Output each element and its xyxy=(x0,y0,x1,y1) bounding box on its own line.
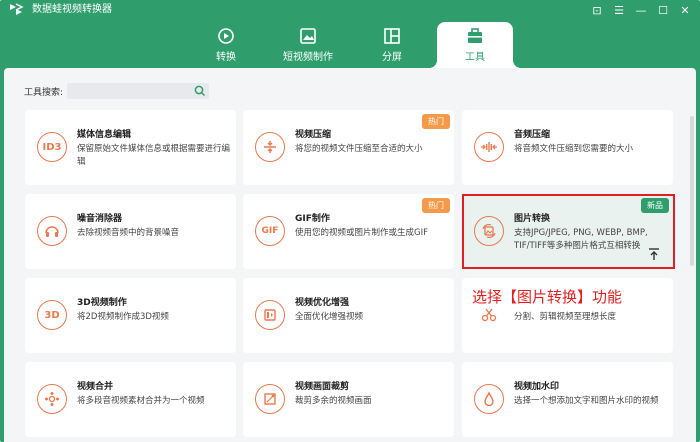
hot-badge: 热门 xyxy=(422,198,450,213)
tool-title: 噪音消除器 xyxy=(77,214,123,224)
tool-desc: 将音频文件压缩到您需要的大小 xyxy=(514,144,634,154)
tab-split-screen[interactable]: 分屏 xyxy=(354,22,430,68)
headphone-icon xyxy=(37,216,67,246)
tool-title: 视频画面裁剪 xyxy=(295,382,350,392)
main-tabs: 转换 短视频制作 分屏 工具 xyxy=(0,20,700,68)
tool-title: 媒体信息编辑 xyxy=(77,130,132,140)
tool-card-video-enhance[interactable]: 视频优化增强 全面优化增强视频 xyxy=(243,278,454,353)
tool-title: 视频合并 xyxy=(77,382,114,392)
tool-desc: 将多段音视频素材合并为一个视频 xyxy=(77,396,205,406)
tab-label: 工具 xyxy=(465,52,485,63)
hot-badge: 热门 xyxy=(422,114,450,129)
tool-desc: 保留原始文件媒体信息或根据需要进行编辑 xyxy=(77,144,231,167)
app-window: 数据蛙视频转换器 ⊡ ☰ — ☐ ✕ 转换 短视频制作 分屏 工具 工具搜索: … xyxy=(0,0,700,442)
tool-desc: 使用您的视频或图片制作或生成GIF xyxy=(295,228,428,238)
search-icon[interactable] xyxy=(194,85,206,97)
tab-label: 分屏 xyxy=(382,52,402,63)
tool-title: 音频压缩 xyxy=(514,130,551,140)
feedback-icon[interactable]: ⊡ xyxy=(588,1,606,19)
tool-card-noise-remover[interactable]: 噪音消除器 去除视频音频中的背景噪音 xyxy=(25,194,236,269)
search-input[interactable] xyxy=(67,87,192,103)
tool-title: 视频优化增强 xyxy=(295,298,350,308)
app-title: 数据蛙视频转换器 xyxy=(32,4,112,15)
tab-convert[interactable]: 转换 xyxy=(188,22,264,68)
tool-card-gif-maker[interactable]: 热门 GIF GIF制作 使用您的视频或图片制作或生成GIF xyxy=(243,194,454,269)
tools-panel: 工具搜索: ID3 媒体信息编辑 保留原始文件媒体信息或根据需要进行编辑 热门 … xyxy=(4,68,696,442)
tool-title: 3D视频制作 xyxy=(77,298,127,308)
tool-desc: 将您的视频文件压缩至合适的大小 xyxy=(295,144,423,154)
toolbox-icon xyxy=(468,28,482,43)
menu-icon[interactable]: ☰ xyxy=(610,1,628,19)
app-logo-icon xyxy=(10,3,24,15)
maximize-button[interactable]: ☐ xyxy=(654,1,672,19)
watermark-icon xyxy=(474,384,504,414)
tool-card-video-crop[interactable]: 视频画面裁剪 裁剪多余的视频画面 xyxy=(243,362,454,437)
tool-title: GIF制作 xyxy=(295,214,330,224)
short-video-icon xyxy=(300,28,316,44)
tool-desc: 裁剪多余的视频画面 xyxy=(295,396,372,406)
crop-icon xyxy=(255,384,285,414)
tool-card-audio-compress[interactable]: 音频压缩 将音频文件压缩到您需要的大小 xyxy=(462,110,673,185)
minimize-button[interactable]: — xyxy=(632,1,650,19)
tool-card-video-compress[interactable]: 热门 视频压缩 将您的视频文件压缩至合适的大小 xyxy=(243,110,454,185)
scrollbar[interactable] xyxy=(690,116,694,266)
tool-card-media-info[interactable]: ID3 媒体信息编辑 保留原始文件媒体信息或根据需要进行编辑 xyxy=(25,110,236,185)
tool-desc: 全面优化增强视频 xyxy=(295,312,364,322)
tab-label: 转换 xyxy=(216,52,236,63)
tab-short-video[interactable]: 短视频制作 xyxy=(270,22,346,68)
close-button[interactable]: ✕ xyxy=(676,1,694,19)
search-box xyxy=(67,83,210,103)
tool-card-3d-video[interactable]: 3D 3D视频制作 将2D视频制作成3D视频 xyxy=(25,278,236,353)
tool-title: 视频加水印 xyxy=(514,382,560,392)
merge-icon xyxy=(37,384,67,414)
highlight-frame xyxy=(462,194,675,269)
tool-desc: 将2D视频制作成3D视频 xyxy=(77,312,169,322)
audio-compress-icon xyxy=(474,132,504,162)
tool-search: 工具搜索: xyxy=(24,82,210,103)
title-bar: 数据蛙视频转换器 ⊡ ☰ — ☐ ✕ xyxy=(0,0,700,20)
enhance-icon xyxy=(255,300,285,330)
3d-icon: 3D xyxy=(37,300,67,330)
gif-icon: GIF xyxy=(255,216,285,246)
tool-card-video-watermark[interactable]: 视频加水印 选择一个想添加文字和图片水印的视频 xyxy=(462,362,673,437)
compress-icon xyxy=(255,132,285,162)
split-screen-icon xyxy=(384,28,400,44)
id3-icon: ID3 xyxy=(37,132,67,162)
tool-desc: 分割、剪辑视频至理想长度 xyxy=(514,312,617,322)
tool-desc: 选择一个想添加文字和图片水印的视频 xyxy=(514,396,659,406)
tool-desc: 去除视频音频中的背景噪音 xyxy=(77,228,180,238)
tool-title: 视频压缩 xyxy=(295,130,332,140)
search-label: 工具搜索: xyxy=(24,87,64,98)
convert-icon xyxy=(218,28,234,44)
instruction-annotation: 选择【图片转换】功能 xyxy=(472,288,623,306)
tool-card-video-merge[interactable]: 视频合并 将多段音视频素材合并为一个视频 xyxy=(25,362,236,437)
tab-label: 短视频制作 xyxy=(283,52,333,63)
tab-tools[interactable]: 工具 xyxy=(429,22,521,68)
